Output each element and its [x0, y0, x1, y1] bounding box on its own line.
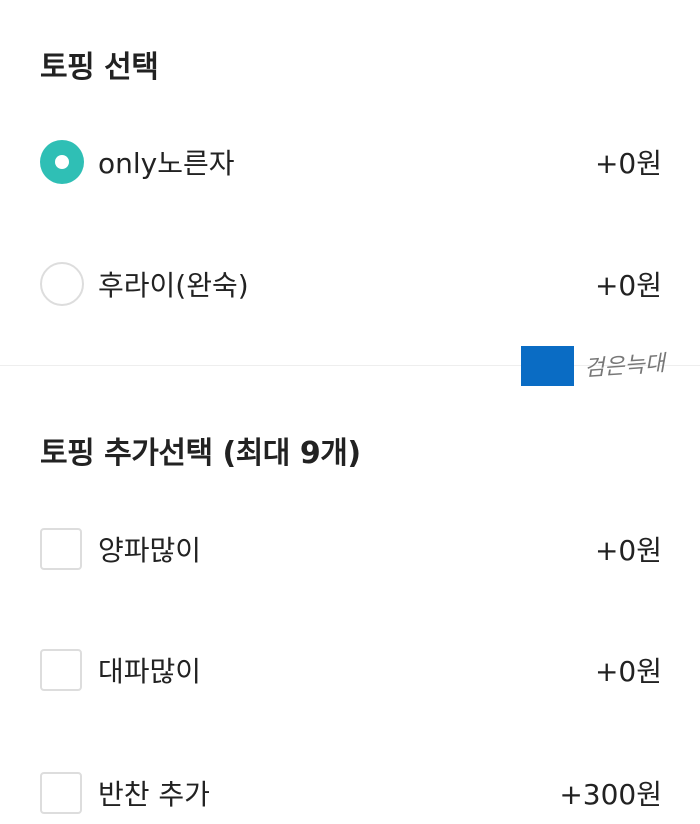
checkbox[interactable] [40, 649, 82, 691]
option-price: +300원 [559, 778, 662, 811]
topping-select-title: 토핑 선택 [40, 50, 159, 85]
option-price: +0원 [594, 534, 662, 567]
option-label: 양파많이 [98, 534, 202, 567]
checkbox[interactable] [40, 772, 82, 814]
topping-add-select-title: 토핑 추가선택 (최대 9개) [40, 436, 361, 471]
option-price: +0원 [594, 147, 662, 180]
watermark-signature: 검은늑대 [583, 351, 666, 382]
option-label: only노른자 [98, 147, 235, 180]
option-label: 대파많이 [98, 655, 202, 688]
option-label: 반찬 추가 [98, 778, 210, 811]
option-price: +0원 [594, 655, 662, 688]
option-price: +0원 [594, 269, 662, 302]
checkbox[interactable] [40, 528, 82, 570]
checkbox-option-more-green-onion[interactable]: 대파많이 +0원 [0, 640, 700, 700]
radio-button-selected[interactable] [40, 140, 84, 184]
watermark-color-block [521, 346, 574, 386]
checkbox-option-side-dish-add[interactable]: 반찬 추가 +300원 [0, 763, 700, 823]
radio-option-fried-egg[interactable]: 후라이(완숙) +0원 [0, 254, 700, 314]
option-label: 후라이(완숙) [98, 269, 249, 302]
checkbox-option-more-onion[interactable]: 양파많이 +0원 [0, 519, 700, 579]
radio-option-only-yolk[interactable]: only노른자 +0원 [0, 132, 700, 192]
radio-button-unselected[interactable] [40, 262, 84, 306]
